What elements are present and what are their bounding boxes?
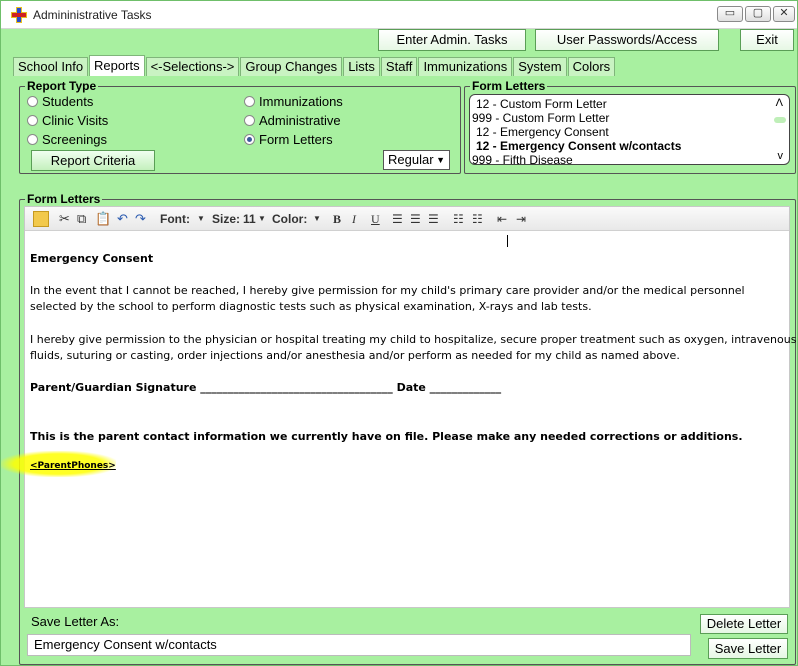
font-dropdown-icon[interactable]: ▼ bbox=[197, 211, 205, 227]
tab-reports[interactable]: Reports bbox=[89, 55, 145, 76]
parent-phones-placeholder[interactable]: <ParentPhones> bbox=[30, 461, 116, 471]
scroll-down-icon[interactable]: v bbox=[778, 150, 784, 162]
report-criteria-button[interactable]: Report Criteria bbox=[31, 150, 155, 171]
radio-screenings-circle[interactable] bbox=[27, 134, 38, 145]
enter-admin-tasks-button[interactable]: Enter Admin. Tasks bbox=[378, 29, 526, 51]
radio-administrative[interactable]: Administrative bbox=[244, 113, 341, 128]
size-value[interactable]: 11 bbox=[243, 211, 256, 227]
scrollbar-thumb[interactable] bbox=[774, 117, 786, 123]
list-item[interactable]: 12 - Emergency Consent bbox=[476, 125, 609, 139]
tab-selections[interactable]: <-Selections-> bbox=[145, 57, 240, 76]
italic-button[interactable]: I bbox=[352, 211, 356, 227]
align-right-icon[interactable]: ☰ bbox=[428, 211, 439, 227]
report-type-legend: Report Type bbox=[25, 79, 99, 93]
radio-students-circle[interactable] bbox=[27, 96, 38, 107]
editor-toolbar: ✂ ⧉ 📋 ↶ ↷ Font: ▼ Size: 11 ▼ Color: ▼ B … bbox=[25, 207, 789, 231]
open-folder-icon[interactable] bbox=[33, 211, 49, 227]
signature-line: Parent/Guardian Signature ______________… bbox=[30, 381, 502, 394]
radio-administrative-label: Administrative bbox=[259, 113, 341, 128]
tab-lists[interactable]: Lists bbox=[343, 57, 380, 76]
tab-system[interactable]: System bbox=[513, 57, 567, 76]
scroll-up-icon[interactable]: Λ bbox=[776, 97, 783, 109]
chevron-down-icon: ▼ bbox=[436, 155, 445, 165]
radio-immunizations[interactable]: Immunizations bbox=[244, 94, 343, 109]
letter-heading: Emergency Consent bbox=[30, 252, 154, 265]
rich-text-editor[interactable]: ✂ ⧉ 📋 ↶ ↷ Font: ▼ Size: 11 ▼ Color: ▼ B … bbox=[24, 206, 796, 608]
delete-letter-button[interactable]: Delete Letter bbox=[700, 614, 788, 634]
save-letter-button[interactable]: Save Letter bbox=[708, 638, 788, 659]
title-bar: Admininistrative Tasks ▭ ▢ ✕ bbox=[1, 1, 797, 29]
report-format-select[interactable]: Regular ▼ bbox=[383, 150, 450, 170]
maximize-button[interactable]: ▢ bbox=[745, 6, 771, 22]
bullet-list-icon[interactable]: ☷ bbox=[453, 211, 464, 227]
tab-colors[interactable]: Colors bbox=[567, 57, 616, 76]
bold-button[interactable]: B bbox=[333, 211, 341, 227]
form-letters-listbox[interactable]: 12 - Custom Form Letter 999 - Custom For… bbox=[469, 94, 790, 165]
undo-icon[interactable]: ↶ bbox=[117, 211, 128, 227]
letter-paragraph: selected by the school to perform diagno… bbox=[30, 300, 592, 313]
radio-clinic-visits-label: Clinic Visits bbox=[42, 113, 109, 128]
list-item[interactable]: 999 - Fifth Disease bbox=[472, 153, 573, 164]
size-label: Size: bbox=[212, 212, 241, 226]
list-item[interactable]: 12 - Custom Form Letter bbox=[476, 97, 607, 111]
align-center-icon[interactable]: ☰ bbox=[410, 211, 421, 227]
radio-form-letters-circle[interactable] bbox=[244, 134, 255, 145]
form-letters-list-legend: Form Letters bbox=[470, 79, 548, 93]
tab-immunizations[interactable]: Immunizations bbox=[418, 57, 513, 76]
radio-clinic-visits[interactable]: Clinic Visits bbox=[27, 113, 108, 128]
list-item[interactable]: 999 - Custom Form Letter bbox=[472, 111, 609, 125]
radio-screenings[interactable]: Screenings bbox=[27, 132, 107, 147]
exit-button[interactable]: Exit bbox=[740, 29, 794, 51]
align-left-icon[interactable]: ☰ bbox=[392, 211, 403, 227]
minimize-icon: ▭ bbox=[724, 7, 736, 19]
numbered-list-icon[interactable]: ☷ bbox=[472, 211, 483, 227]
maximize-icon: ▢ bbox=[752, 7, 764, 19]
tab-group-changes[interactable]: Group Changes bbox=[240, 57, 343, 76]
save-letter-name-input[interactable]: Emergency Consent w/contacts bbox=[27, 634, 691, 656]
radio-administrative-circle[interactable] bbox=[244, 115, 255, 126]
minimize-button[interactable]: ▭ bbox=[717, 6, 743, 22]
user-passwords-button[interactable]: User Passwords/Access bbox=[535, 29, 719, 51]
letter-paragraph: In the event that I cannot be reached, I… bbox=[30, 284, 745, 297]
cut-icon[interactable]: ✂ bbox=[59, 211, 70, 227]
report-format-value: Regular bbox=[388, 152, 434, 167]
main-tabs: School Info Reports <-Selections-> Group… bbox=[13, 55, 616, 76]
paste-icon[interactable]: 📋 bbox=[95, 211, 111, 227]
redo-icon[interactable]: ↷ bbox=[135, 211, 146, 227]
radio-form-letters-label: Form Letters bbox=[259, 132, 333, 147]
font-label: Font: bbox=[160, 212, 190, 226]
close-icon: ✕ bbox=[779, 7, 789, 19]
radio-form-letters[interactable]: Form Letters bbox=[244, 132, 333, 147]
outdent-icon[interactable]: ⇤ bbox=[497, 211, 507, 227]
form-letter-editor-legend: Form Letters bbox=[25, 192, 103, 206]
color-label: Color: bbox=[272, 212, 308, 226]
indent-icon[interactable]: ⇥ bbox=[516, 211, 526, 227]
color-dropdown-icon[interactable]: ▼ bbox=[313, 211, 321, 227]
copy-icon[interactable]: ⧉ bbox=[77, 211, 86, 227]
tab-school-info[interactable]: School Info bbox=[13, 57, 89, 76]
window-title: Admininistrative Tasks bbox=[33, 8, 152, 22]
tab-staff[interactable]: Staff bbox=[380, 57, 418, 76]
save-letter-as-label: Save Letter As: bbox=[31, 614, 120, 629]
text-cursor bbox=[507, 235, 508, 247]
letter-paragraph: fluids, suturing or casting, order injec… bbox=[30, 349, 680, 362]
list-item-selected[interactable]: 12 - Emergency Consent w/contacts bbox=[476, 139, 681, 153]
radio-immunizations-circle[interactable] bbox=[244, 96, 255, 107]
radio-clinic-visits-circle[interactable] bbox=[27, 115, 38, 126]
radio-immunizations-label: Immunizations bbox=[259, 94, 343, 109]
app-cross-icon bbox=[11, 7, 27, 23]
radio-screenings-label: Screenings bbox=[42, 132, 108, 147]
close-window-button[interactable]: ✕ bbox=[773, 6, 795, 22]
admin-tasks-window: Admininistrative Tasks ▭ ▢ ✕ Enter Admin… bbox=[0, 0, 798, 666]
contact-note: This is the parent contact information w… bbox=[30, 430, 743, 443]
size-dropdown-icon[interactable]: ▼ bbox=[258, 211, 266, 227]
radio-students-label: Students bbox=[42, 94, 94, 109]
radio-students[interactable]: Students bbox=[27, 94, 93, 109]
underline-button[interactable]: U bbox=[371, 211, 380, 227]
letter-paragraph: I hereby give permission to the physicia… bbox=[30, 333, 797, 346]
